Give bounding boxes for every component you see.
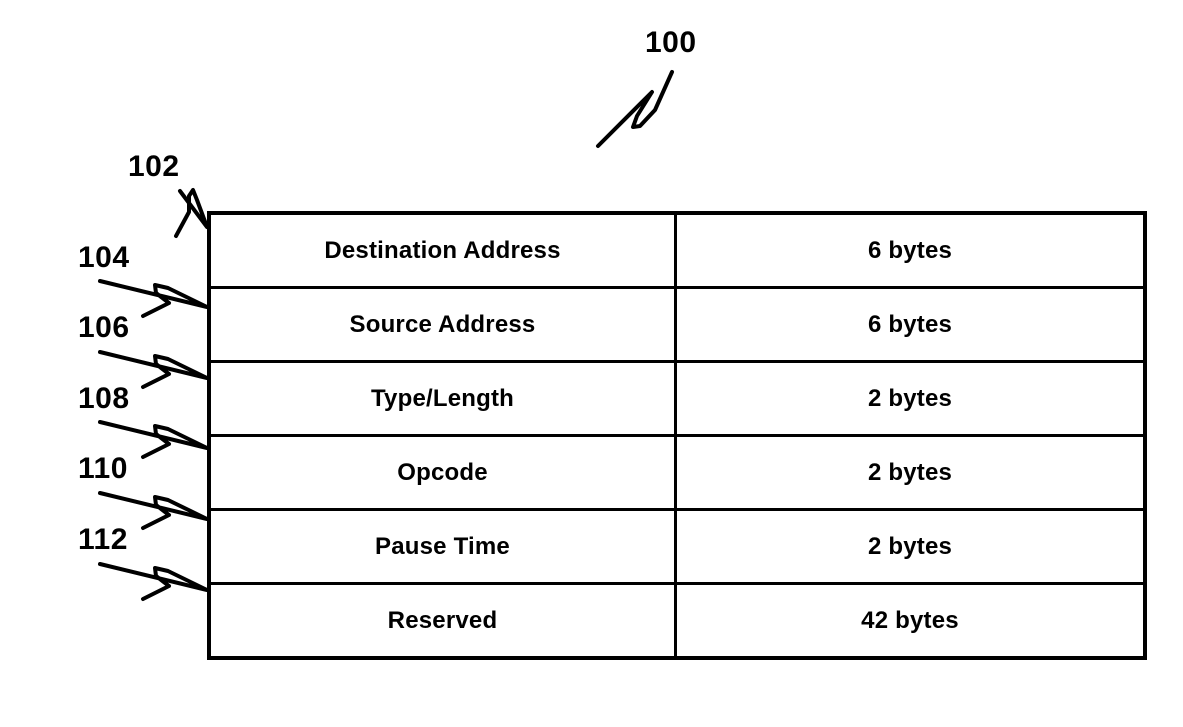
frame-format-table: Destination Address 6 bytes Source Addre… [207, 211, 1147, 660]
table-row: Pause Time 2 bytes [209, 508, 1145, 584]
reference-numeral-110: 110 [78, 452, 128, 485]
field-size-cell: 2 bytes [675, 434, 1145, 510]
field-size-cell: 2 bytes [675, 360, 1145, 436]
leader-line-112 [98, 562, 209, 601]
reference-numeral-106: 106 [78, 311, 130, 344]
reference-numeral-104: 104 [78, 241, 130, 274]
field-name-cell: Pause Time [209, 508, 677, 584]
reference-numeral-102: 102 [128, 150, 180, 183]
field-size-cell: 6 bytes [867, 236, 953, 264]
field-name-cell: Type/Length [209, 360, 677, 436]
field-name-cell: Opcode [209, 434, 677, 510]
field-size-cell: 6 bytes [675, 286, 1145, 362]
table-row: Opcode 2 bytes [209, 434, 1145, 510]
figure-number-label: 100 [645, 26, 697, 59]
field-name-cell: Reserved [209, 582, 677, 658]
reference-numeral-112: 112 [78, 523, 128, 556]
table-row: Reserved 42 bytes [209, 582, 1145, 658]
patent-figure: 100 102 104 106 108 110 112 Destination … [0, 0, 1183, 727]
field-size-cell: 2 bytes [675, 508, 1145, 584]
frame-format-table-body: Destination Address 6 bytes Source Addre… [209, 213, 1145, 658]
reference-numeral-108: 108 [78, 382, 130, 415]
leader-line-102 [174, 188, 209, 238]
table-row: Destination Address 6 bytes [209, 213, 1145, 288]
table-row: Source Address 6 bytes [209, 286, 1145, 362]
field-name-cell: Destination Address [209, 213, 677, 288]
field-name-cell: Source Address [209, 286, 677, 362]
table-row: Type/Length 2 bytes [209, 360, 1145, 436]
leader-line-100 [596, 70, 674, 148]
field-size-cell: 42 bytes [675, 582, 1145, 658]
